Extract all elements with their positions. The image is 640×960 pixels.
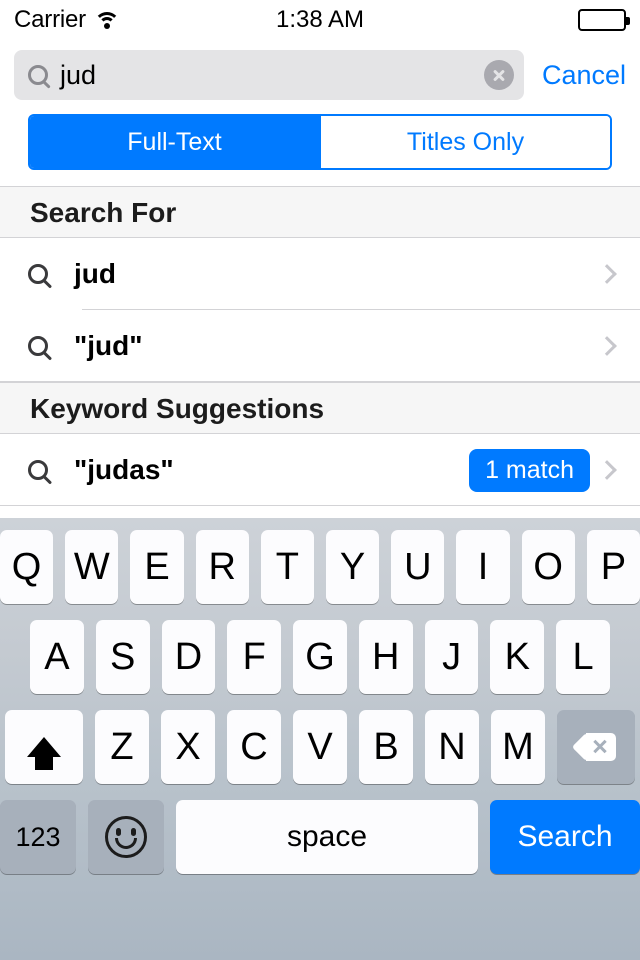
space-key[interactable]: space — [176, 800, 478, 874]
key-b[interactable]: B — [359, 710, 413, 784]
key-f[interactable]: F — [227, 620, 282, 694]
chevron-right-icon — [597, 264, 617, 284]
key-y[interactable]: Y — [326, 530, 380, 604]
delete-icon[interactable] — [557, 710, 635, 784]
keyboard-row-1: Q W E R T Y U I O P — [0, 530, 640, 604]
key-l[interactable]: L — [556, 620, 611, 694]
battery-icon — [578, 9, 630, 31]
results-list: Search For jud "jud" Keyword Suggestions… — [0, 186, 640, 506]
list-item-label: "jud" — [74, 330, 143, 361]
shift-icon[interactable] — [5, 710, 83, 784]
list-item-label: jud — [74, 258, 116, 289]
keyboard-row-3: Z X C V B N M — [0, 710, 640, 784]
key-s[interactable]: S — [95, 620, 150, 694]
chevron-right-icon — [597, 460, 617, 480]
key-e[interactable]: E — [130, 530, 184, 604]
list-item[interactable]: "judas" 1 match — [0, 434, 640, 506]
keyboard-row-4: 123 space Search — [0, 800, 640, 874]
key-j[interactable]: J — [424, 620, 479, 694]
search-icon — [28, 65, 48, 85]
search-bar: jud Cancel — [0, 40, 640, 114]
key-c[interactable]: C — [227, 710, 281, 784]
section-header-search-for: Search For — [0, 186, 640, 238]
section-header-keyword-suggestions: Keyword Suggestions — [0, 382, 640, 434]
key-d[interactable]: D — [161, 620, 216, 694]
segmented-control: Full-Text Titles Only — [28, 114, 612, 170]
search-icon — [28, 336, 48, 356]
tab-full-text[interactable]: Full-Text — [30, 116, 319, 168]
list-item-label: "judas" — [74, 454, 174, 485]
tab-titles-only[interactable]: Titles Only — [319, 116, 610, 168]
key-w[interactable]: W — [65, 530, 119, 604]
clear-icon[interactable] — [483, 60, 514, 90]
key-t[interactable]: T — [260, 530, 314, 604]
key-z[interactable]: Z — [95, 710, 149, 784]
list-item[interactable]: jud — [0, 238, 640, 310]
status-bar: Carrier 1:38 AM — [0, 0, 640, 40]
search-icon — [28, 460, 48, 480]
key-g[interactable]: G — [293, 620, 347, 694]
search-input-value: jud — [60, 60, 97, 90]
key-i[interactable]: I — [456, 530, 510, 604]
status-badge: 1 match — [469, 448, 590, 492]
key-n[interactable]: N — [425, 710, 479, 784]
cancel-button[interactable]: Cancel — [542, 60, 626, 91]
scope-bar: Full-Text Titles Only — [0, 114, 640, 186]
key-p[interactable]: P — [586, 530, 640, 604]
search-key[interactable]: Search — [490, 800, 640, 874]
numbers-key[interactable]: 123 — [0, 800, 76, 874]
list-item[interactable]: "jud" — [0, 310, 640, 382]
key-m[interactable]: M — [491, 710, 545, 784]
key-k[interactable]: K — [490, 620, 545, 694]
key-h[interactable]: H — [358, 620, 413, 694]
key-u[interactable]: U — [391, 530, 445, 604]
key-v[interactable]: V — [293, 710, 347, 784]
on-screen-keyboard: Q W E R T Y U I O P A S D F G H J K L Z … — [0, 518, 640, 960]
emoji-icon[interactable] — [88, 800, 164, 874]
search-input[interactable]: jud — [14, 50, 524, 100]
key-x[interactable]: X — [161, 710, 215, 784]
key-r[interactable]: R — [195, 530, 249, 604]
keyboard-row-2: A S D F G H J K L — [0, 620, 640, 694]
key-q[interactable]: Q — [0, 530, 54, 604]
clock-label: 1:38 AM — [275, 6, 365, 33]
key-o[interactable]: O — [521, 530, 575, 604]
chevron-right-icon — [597, 336, 617, 356]
status-bar-right — [578, 9, 630, 31]
key-a[interactable]: A — [29, 620, 84, 694]
search-icon — [28, 264, 48, 284]
